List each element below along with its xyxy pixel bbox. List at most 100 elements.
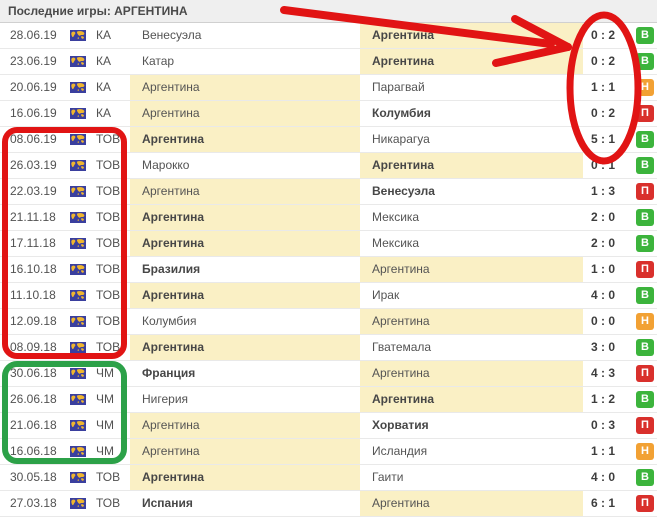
world-flag-icon [70, 23, 96, 48]
home-team: Аргентина [130, 465, 360, 490]
match-date: 23.06.19 [0, 49, 70, 74]
away-team: Хорватия [360, 413, 583, 438]
table-row[interactable]: 16.06.18 ЧМ Аргентина Исландия 1 : 1 Н [0, 439, 657, 465]
match-date: 26.03.19 [0, 153, 70, 178]
match-score: 0 : 1 [583, 153, 615, 178]
home-team: Аргентина [130, 283, 360, 308]
table-row[interactable]: 16.06.19 КА Аргентина Колумбия 0 : 2 П [0, 101, 657, 127]
competition-code: КА [96, 101, 130, 126]
table-row[interactable]: 30.05.18 ТОВ Аргентина Гаити 4 : 0 В [0, 465, 657, 491]
match-date: 11.10.18 [0, 283, 70, 308]
table-row[interactable]: 12.09.18 ТОВ Колумбия Аргентина 0 : 0 Н [0, 309, 657, 335]
competition-code: ТОВ [96, 257, 130, 282]
table-row[interactable]: 23.06.19 КА Катар Аргентина 0 : 2 В [0, 49, 657, 75]
match-score: 6 : 1 [583, 491, 615, 516]
match-date: 28.06.19 [0, 23, 70, 48]
away-team: Аргентина [360, 309, 583, 334]
last-games-panel: Последние игры: АРГЕНТИНА 28.06.19 КА Ве… [0, 0, 657, 517]
match-date: 30.06.18 [0, 361, 70, 386]
match-score: 1 : 1 [583, 75, 615, 100]
world-flag-icon [70, 283, 96, 308]
home-team: Аргентина [130, 205, 360, 230]
result-badge: В [636, 235, 654, 252]
match-score: 2 : 0 [583, 205, 615, 230]
result-badge: П [636, 417, 654, 434]
match-score: 4 : 0 [583, 283, 615, 308]
result-badge: В [636, 27, 654, 44]
result-badge: П [636, 261, 654, 278]
competition-code: ТОВ [96, 153, 130, 178]
world-flag-icon [70, 257, 96, 282]
result-badge: П [636, 183, 654, 200]
home-team: Нигерия [130, 387, 360, 412]
table-row[interactable]: 11.10.18 ТОВ Аргентина Ирак 4 : 0 В [0, 283, 657, 309]
competition-code: ТОВ [96, 491, 130, 516]
match-score: 1 : 2 [583, 387, 615, 412]
away-team: Аргентина [360, 361, 583, 386]
world-flag-icon [70, 439, 96, 464]
competition-code: КА [96, 49, 130, 74]
result-badge: Н [636, 79, 654, 96]
result-badge: Н [636, 313, 654, 330]
away-team: Мексика [360, 205, 583, 230]
table-row[interactable]: 08.09.18 ТОВ Аргентина Гватемала 3 : 0 В [0, 335, 657, 361]
table-row[interactable]: 26.03.19 ТОВ Марокко Аргентина 0 : 1 В [0, 153, 657, 179]
world-flag-icon [70, 335, 96, 360]
competition-code: КА [96, 75, 130, 100]
competition-code: ЧМ [96, 413, 130, 438]
away-team: Никарагуа [360, 127, 583, 152]
match-date: 08.06.19 [0, 127, 70, 152]
competition-code: ТОВ [96, 335, 130, 360]
match-score: 1 : 1 [583, 439, 615, 464]
away-team: Мексика [360, 231, 583, 256]
match-date: 30.05.18 [0, 465, 70, 490]
competition-code: ТОВ [96, 309, 130, 334]
result-badge: В [636, 287, 654, 304]
result-badge: Н [636, 443, 654, 460]
table-row[interactable]: 21.06.18 ЧМ Аргентина Хорватия 0 : 3 П [0, 413, 657, 439]
away-team: Аргентина [360, 387, 583, 412]
table-row[interactable]: 20.06.19 КА Аргентина Парагвай 1 : 1 Н [0, 75, 657, 101]
match-score: 1 : 0 [583, 257, 615, 282]
home-team: Колумбия [130, 309, 360, 334]
competition-code: ЧМ [96, 361, 130, 386]
result-badge: В [636, 391, 654, 408]
match-date: 22.03.19 [0, 179, 70, 204]
match-date: 17.11.18 [0, 231, 70, 256]
match-date: 16.06.18 [0, 439, 70, 464]
world-flag-icon [70, 387, 96, 412]
world-flag-icon [70, 205, 96, 230]
table-row[interactable]: 22.03.19 ТОВ Аргентина Венесуэла 1 : 3 П [0, 179, 657, 205]
world-flag-icon [70, 413, 96, 438]
home-team: Катар [130, 49, 360, 74]
competition-code: ТОВ [96, 465, 130, 490]
table-row[interactable]: 08.06.19 ТОВ Аргентина Никарагуа 5 : 1 В [0, 127, 657, 153]
match-date: 16.06.19 [0, 101, 70, 126]
match-score: 0 : 3 [583, 413, 615, 438]
away-team: Ирак [360, 283, 583, 308]
away-team: Аргентина [360, 257, 583, 282]
table-row[interactable]: 27.03.18 ТОВ Испания Аргентина 6 : 1 П [0, 491, 657, 517]
home-team: Марокко [130, 153, 360, 178]
home-team: Аргентина [130, 439, 360, 464]
table-row[interactable]: 30.06.18 ЧМ Франция Аргентина 4 : 3 П [0, 361, 657, 387]
home-team: Аргентина [130, 127, 360, 152]
table-row[interactable]: 16.10.18 ТОВ Бразилия Аргентина 1 : 0 П [0, 257, 657, 283]
away-team: Гватемала [360, 335, 583, 360]
match-score: 0 : 2 [583, 101, 615, 126]
world-flag-icon [70, 49, 96, 74]
home-team: Аргентина [130, 335, 360, 360]
table-row[interactable]: 17.11.18 ТОВ Аргентина Мексика 2 : 0 В [0, 231, 657, 257]
games-table: 28.06.19 КА Венесуэла Аргентина 0 : 2 В … [0, 23, 657, 517]
result-badge: П [636, 105, 654, 122]
match-date: 08.09.18 [0, 335, 70, 360]
home-team: Аргентина [130, 179, 360, 204]
result-badge: В [636, 339, 654, 356]
match-date: 16.10.18 [0, 257, 70, 282]
table-row[interactable]: 28.06.19 КА Венесуэла Аргентина 0 : 2 В [0, 23, 657, 49]
result-badge: В [636, 131, 654, 148]
table-row[interactable]: 26.06.18 ЧМ Нигерия Аргентина 1 : 2 В [0, 387, 657, 413]
home-team: Испания [130, 491, 360, 516]
table-row[interactable]: 21.11.18 ТОВ Аргентина Мексика 2 : 0 В [0, 205, 657, 231]
away-team: Гаити [360, 465, 583, 490]
